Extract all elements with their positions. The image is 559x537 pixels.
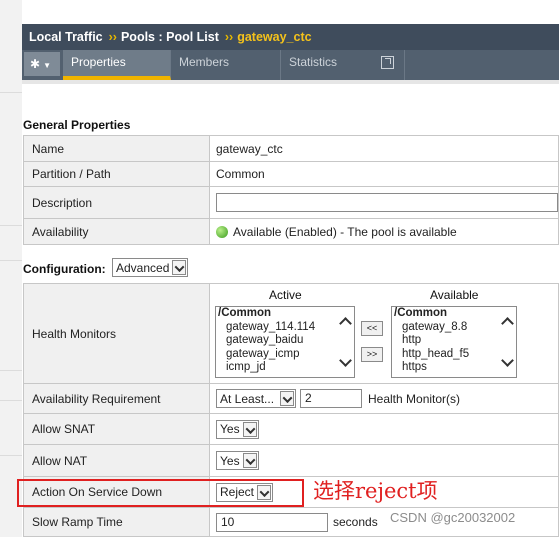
list-item[interactable]: https: [392, 361, 516, 375]
availability-requirement-select[interactable]: At Least...: [216, 389, 296, 408]
configuration-mode-value: Advanced: [116, 260, 170, 275]
list-item[interactable]: gateway_114.114: [216, 321, 354, 335]
active-group-label: /Common: [218, 307, 272, 319]
available-monitors-list[interactable]: /Common gateway_8.8 http http_head_f5 ht…: [391, 306, 517, 378]
active-monitors-list[interactable]: /Common gateway_114.114 gateway_baidu ga…: [215, 306, 355, 378]
breadcrumb-separator: ››: [108, 30, 117, 44]
allow-snat-label: Allow SNAT: [24, 414, 210, 444]
highlight-box: [17, 479, 304, 507]
tab-members[interactable]: Members: [171, 50, 281, 80]
watermark: CSDN @gc20032002: [390, 510, 516, 525]
description-input[interactable]: [216, 193, 558, 212]
monitor-count-suffix: Health Monitor(s): [368, 391, 461, 406]
row-allow-nat: Allow NAT Yes: [23, 445, 559, 477]
chevron-down-icon: [280, 391, 294, 406]
configuration-title: Configuration:: [23, 262, 106, 276]
list-item[interactable]: http_head_f5: [392, 348, 516, 362]
chevron-down-icon: ▼: [43, 61, 51, 70]
list-item[interactable]: icmp_jd: [216, 361, 354, 375]
tab-statistics[interactable]: Statistics: [281, 50, 405, 80]
tab-properties[interactable]: Properties: [63, 50, 171, 80]
row-name: Name gateway_ctc: [23, 135, 559, 162]
scroll-down-icon[interactable]: [501, 354, 514, 367]
left-sidebar-edge: [0, 0, 22, 537]
popout-icon[interactable]: [381, 56, 394, 69]
name-value: gateway_ctc: [216, 141, 283, 156]
slow-ramp-time-input[interactable]: 10: [216, 512, 328, 532]
health-monitors-label: Health Monitors: [24, 284, 210, 383]
description-label: Description: [24, 187, 210, 218]
available-list-scrollbar[interactable]: [500, 307, 516, 377]
row-health-monitors: Health Monitors Active Available /Common…: [23, 283, 559, 384]
allow-nat-select[interactable]: Yes: [216, 451, 259, 470]
available-column-header: Available: [430, 288, 479, 302]
gear-menu-button[interactable]: ✱ ▼: [24, 52, 60, 76]
slow-ramp-time-suffix: seconds: [333, 515, 378, 529]
breadcrumb-pool-list[interactable]: Pools : Pool List: [121, 24, 219, 50]
allow-snat-value: Yes: [220, 422, 240, 436]
monitor-count-input[interactable]: 2: [300, 389, 362, 408]
availability-label: Availability: [24, 219, 210, 244]
available-group-label: /Common: [394, 307, 448, 319]
tab-label: Statistics: [289, 55, 338, 69]
row-availability-requirement: Availability Requirement At Least... 2 H…: [23, 384, 559, 414]
move-right-button[interactable]: >>: [361, 347, 383, 362]
name-label: Name: [24, 136, 210, 161]
row-allow-snat: Allow SNAT Yes: [23, 414, 559, 445]
list-item[interactable]: gateway_icmp: [216, 348, 354, 362]
row-availability: Availability Available (Enabled) - The p…: [23, 219, 559, 245]
scroll-down-icon[interactable]: [339, 354, 352, 367]
configuration-mode-select[interactable]: Advanced: [112, 258, 189, 277]
partition-value: Common: [216, 167, 265, 181]
scroll-up-icon[interactable]: [501, 317, 514, 330]
partition-label: Partition / Path: [24, 162, 210, 186]
chevron-down-icon: [242, 453, 257, 468]
chevron-down-icon: [242, 421, 257, 437]
breadcrumb-local-traffic[interactable]: Local Traffic: [29, 24, 103, 50]
breadcrumb-separator: ››: [224, 30, 234, 44]
scroll-up-icon[interactable]: [339, 317, 352, 330]
allow-nat-value: Yes: [220, 453, 240, 468]
row-partition: Partition / Path Common: [23, 162, 559, 187]
allow-snat-select[interactable]: Yes: [216, 419, 259, 439]
allow-nat-label: Allow NAT: [24, 445, 210, 476]
tab-shadow: [22, 80, 559, 84]
available-status-icon: [216, 225, 228, 238]
active-list-scrollbar[interactable]: [338, 307, 354, 377]
tab-bar: ✱ ▼ Properties Members Statistics: [22, 50, 559, 80]
breadcrumb-current: gateway_ctc: [237, 30, 312, 44]
availability-value: Available (Enabled) - The pool is availa…: [233, 224, 457, 239]
tab-label: Properties: [71, 55, 126, 69]
breadcrumb: Local Traffic ›› Pools : Pool List ›› gatewa…: [22, 24, 559, 50]
gear-icon: ✱: [30, 57, 41, 71]
availability-requirement-value: At Least...: [220, 391, 275, 406]
availability-requirement-label: Availability Requirement: [24, 384, 210, 413]
list-item[interactable]: gateway_baidu: [216, 334, 354, 348]
row-description: Description: [23, 187, 559, 219]
move-left-button[interactable]: <<: [361, 321, 383, 336]
annotation-text: 选择reject项: [313, 479, 438, 503]
active-column-header: Active: [269, 288, 302, 302]
list-item[interactable]: http: [392, 334, 516, 348]
chevron-down-icon: [172, 260, 187, 275]
slow-ramp-time-label: Slow Ramp Time: [24, 508, 210, 536]
general-properties-title: General Properties: [23, 118, 131, 132]
tab-label: Members: [179, 55, 230, 69]
list-item[interactable]: gateway_8.8: [392, 321, 516, 335]
